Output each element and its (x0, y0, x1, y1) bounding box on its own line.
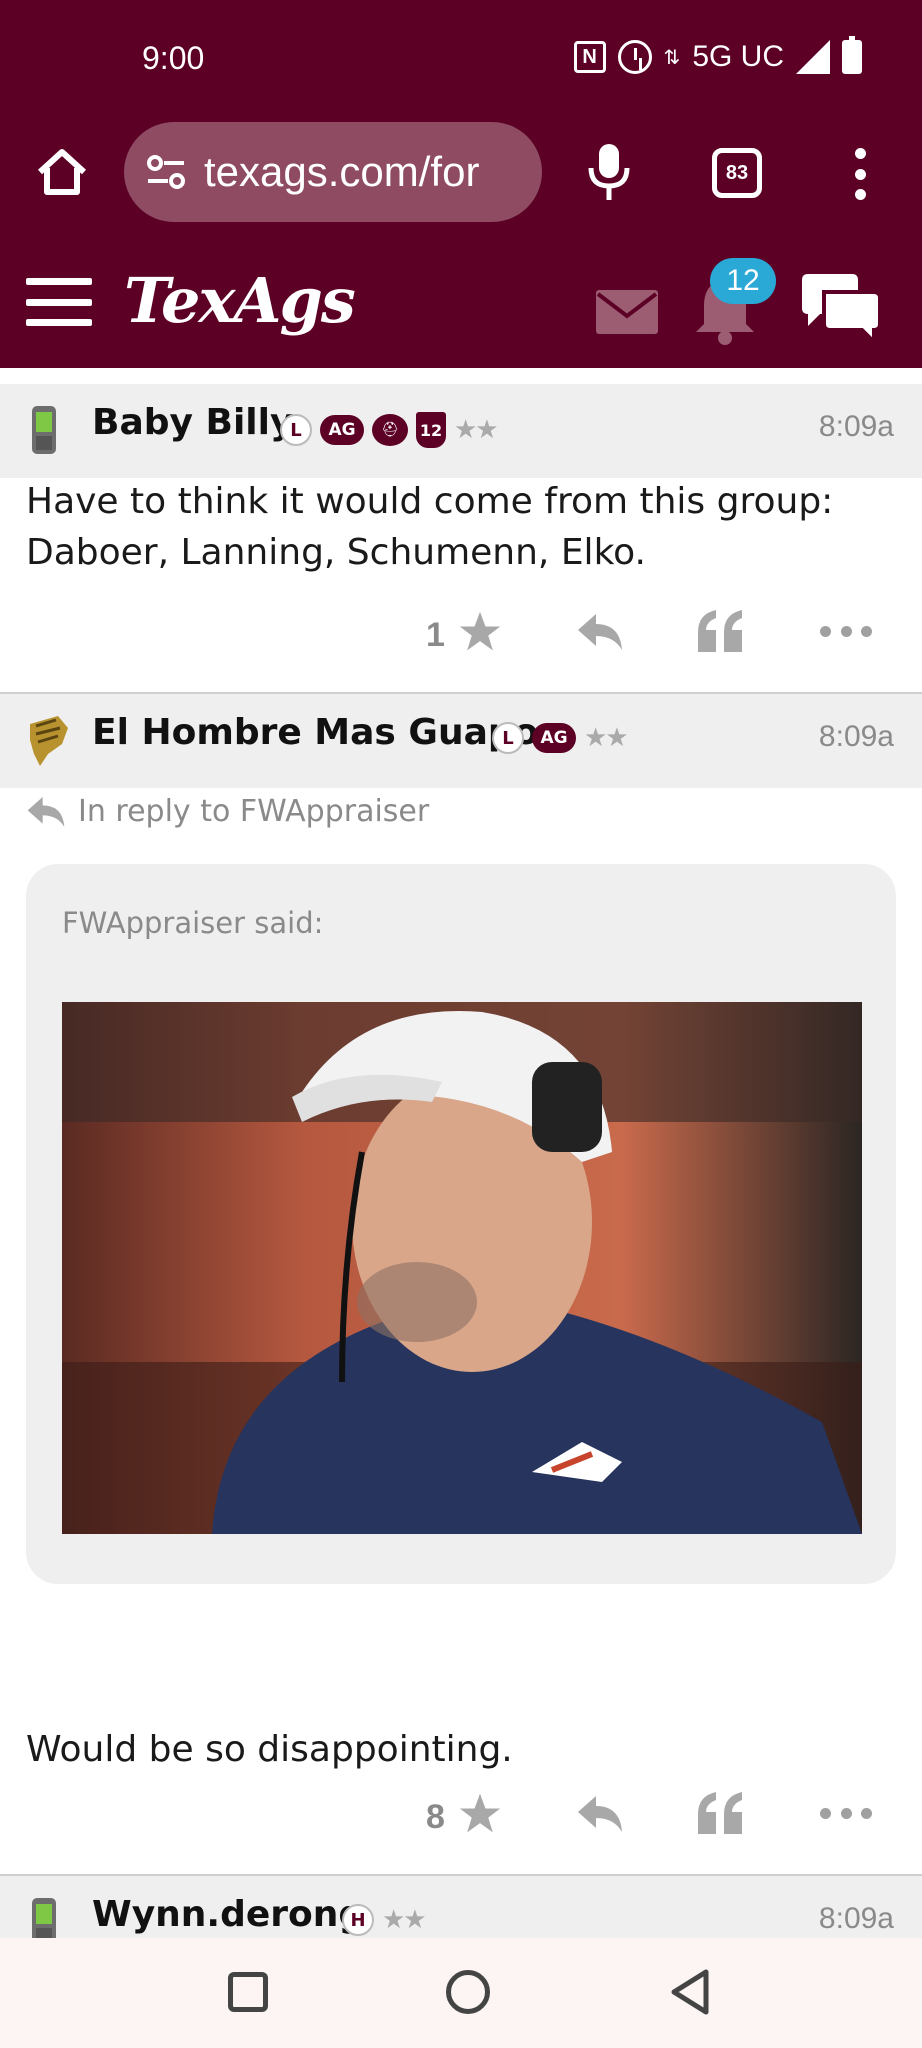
signal-icon (796, 40, 830, 74)
badge-ag: AG (532, 723, 576, 753)
post-body-line: Daboer, Lanning, Schumenn, Elko. (26, 532, 646, 573)
overflow-menu-icon[interactable] (852, 148, 868, 200)
post-header: Wynn.derong H ★★ 8:09a (0, 1876, 922, 1938)
nfc-icon: N (573, 41, 606, 73)
post-body-line: Have to think it would come from this gr… (26, 481, 834, 522)
data-arrows-icon: ⇅ (663, 46, 681, 69)
post-username[interactable]: El Hombre Mas Guapo (92, 712, 538, 753)
quote-icon[interactable] (696, 1790, 744, 1836)
status-icons: N ⇅ 5G UC (573, 36, 862, 74)
post-username[interactable]: Baby Billy (92, 402, 293, 443)
star-count: 1 (426, 616, 445, 654)
avatar[interactable] (24, 404, 66, 458)
browser-toolbar: texags.com/for 83 (0, 120, 922, 224)
reply-arrow-icon (27, 796, 65, 827)
url-bar[interactable]: texags.com/for (124, 122, 542, 222)
badge-l: L (492, 722, 524, 754)
badge-h: H (342, 1904, 374, 1936)
quote-icon[interactable] (696, 608, 744, 654)
quoted-photo[interactable] (62, 1002, 862, 1534)
user-badges: H ★★ (342, 1904, 427, 1936)
site-settings-icon[interactable] (146, 152, 186, 192)
alarm-icon (617, 40, 652, 74)
more-options-icon[interactable] (820, 1808, 872, 1820)
in-reply-to-label: In reply to FWAppraiser (78, 794, 430, 829)
top-bar: 9:00 N ⇅ 5G UC texags.com/for 83 TexAgs … (0, 0, 922, 368)
mail-icon[interactable] (596, 290, 658, 334)
recents-square-icon[interactable] (228, 1972, 268, 2012)
url-text: texags.com/for (204, 148, 480, 195)
status-bar: 9:00 N ⇅ 5G UC (0, 0, 922, 120)
site-logo[interactable]: TexAgs (124, 264, 356, 337)
home-circle-icon[interactable] (446, 1970, 490, 2014)
post-header: El Hombre Mas Guapo L AG ★★ 8:09a (0, 694, 922, 788)
tabs-button[interactable]: 83 (712, 148, 762, 198)
android-nav-bar (0, 1938, 922, 2048)
star-count: 8 (426, 1798, 445, 1836)
home-icon (37, 149, 87, 195)
post-actions: 8 (0, 1788, 922, 1858)
post-username[interactable]: Wynn.derong (92, 1894, 364, 1935)
post-body: Have to think it would come from this gr… (26, 476, 896, 578)
star-icon[interactable] (458, 1792, 502, 1836)
helmet-badge-icon: ⛑ (372, 414, 408, 446)
in-reply-to[interactable]: In reply to FWAppraiser (26, 794, 429, 829)
avatar[interactable] (24, 714, 74, 768)
home-button[interactable] (28, 138, 96, 206)
chat-icon[interactable] (798, 272, 882, 344)
back-triangle-icon[interactable] (668, 1968, 712, 2016)
thread-feed: Baby Billy L AG ⛑ 12 ★★ 8:09a Have to th… (0, 368, 922, 1938)
more-options-icon[interactable] (820, 626, 872, 638)
post-time: 8:09a (818, 1902, 894, 1935)
network-label: 5G UC (692, 40, 784, 73)
post-actions: 1 (0, 606, 922, 676)
post-body: Would be so disappointing. (26, 1729, 513, 1770)
quote-attribution: FWAppraiser said: (62, 906, 324, 940)
notification-count-badge[interactable]: 12 (710, 258, 776, 304)
avatar[interactable] (24, 1896, 66, 1938)
badge-l: L (280, 414, 312, 446)
site-header: TexAgs 12 (0, 224, 922, 368)
post-header: Baby Billy L AG ⛑ 12 ★★ 8:09a (0, 384, 922, 478)
status-time: 9:00 (142, 40, 205, 76)
reply-icon[interactable] (576, 1794, 624, 1834)
user-stars: ★★ (454, 415, 499, 445)
badge-ag: AG (320, 415, 364, 445)
battery-charging-icon (842, 36, 862, 74)
reply-icon[interactable] (576, 612, 624, 652)
user-stars: ★★ (584, 723, 629, 753)
user-stars: ★★ (382, 1905, 427, 1935)
user-badges: L AG ★★ (492, 722, 629, 754)
post-time: 8:09a (818, 720, 894, 753)
mic-icon[interactable] (584, 140, 634, 204)
user-badges: L AG ⛑ 12 ★★ (280, 412, 499, 448)
hamburger-icon[interactable] (26, 278, 92, 326)
star-icon[interactable] (458, 610, 502, 654)
app-root: 9:00 N ⇅ 5G UC texags.com/for 83 TexAgs … (0, 0, 922, 2048)
post-time: 8:09a (818, 410, 894, 443)
coach-photo-image (62, 1002, 862, 1534)
quote-block: FWAppraiser said: (26, 864, 896, 1584)
badge-12th-man: 12 (416, 412, 446, 448)
